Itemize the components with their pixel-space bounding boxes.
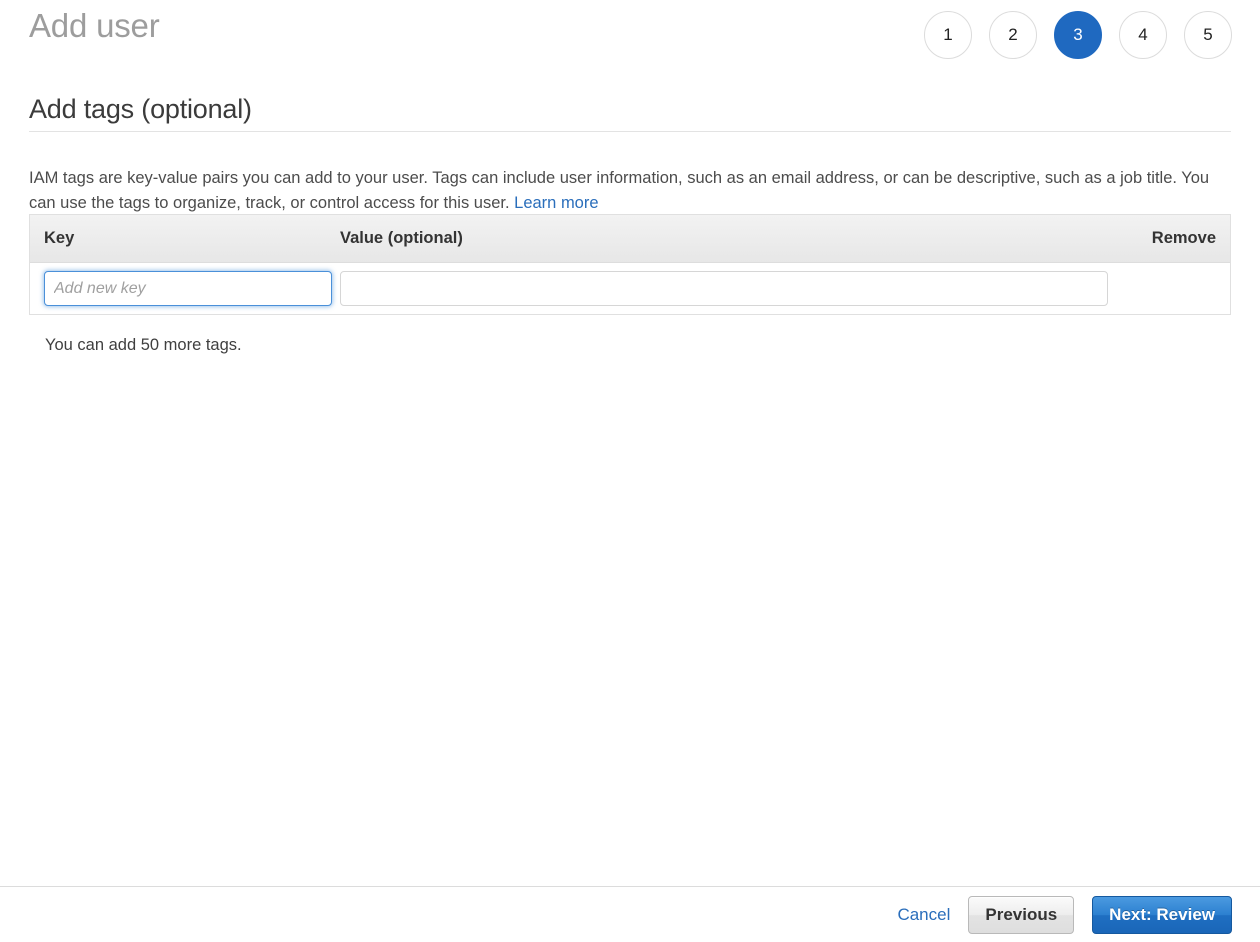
wizard-step-2[interactable]: 2: [989, 11, 1037, 59]
wizard-step-indicator: 1 2 3 4 5: [924, 11, 1232, 59]
section-header: Add tags (optional): [0, 92, 1260, 132]
description-text: IAM tags are key-value pairs you can add…: [29, 168, 1210, 212]
wizard-step-5[interactable]: 5: [1184, 11, 1232, 59]
section-description: IAM tags are key-value pairs you can add…: [29, 166, 1219, 216]
add-user-wizard-page: Add user 1 2 3 4 5 Add tags (optional) I…: [0, 0, 1260, 942]
next-review-button[interactable]: Next: Review: [1092, 895, 1232, 934]
cancel-button[interactable]: Cancel: [897, 905, 950, 925]
learn-more-link[interactable]: Learn more: [514, 194, 598, 212]
previous-button[interactable]: Previous: [968, 895, 1075, 934]
cell-value: [340, 271, 1110, 306]
wizard-step-3[interactable]: 3: [1054, 11, 1102, 59]
tag-key-input[interactable]: [44, 271, 332, 306]
column-header-key: Key: [44, 229, 75, 247]
tag-value-input[interactable]: [340, 271, 1108, 306]
tags-remaining-note: You can add 50 more tags.: [45, 336, 242, 354]
page-title: Add user: [29, 7, 160, 44]
tags-table: Key Value (optional) Remove: [29, 214, 1231, 315]
table-row: [30, 263, 1230, 315]
wizard-step-4[interactable]: 4: [1119, 11, 1167, 59]
page-header: Add user 1 2 3 4 5: [0, 0, 1260, 70]
cell-key: [30, 271, 340, 306]
section-divider: [29, 131, 1231, 132]
column-header-value: Value (optional): [340, 229, 463, 247]
wizard-footer: Cancel Previous Next: Review: [0, 886, 1260, 942]
tags-table-header-row: Key Value (optional) Remove: [30, 215, 1230, 263]
section-title: Add tags (optional): [29, 94, 252, 124]
column-header-remove: Remove: [1151, 229, 1216, 247]
wizard-step-1[interactable]: 1: [924, 11, 972, 59]
